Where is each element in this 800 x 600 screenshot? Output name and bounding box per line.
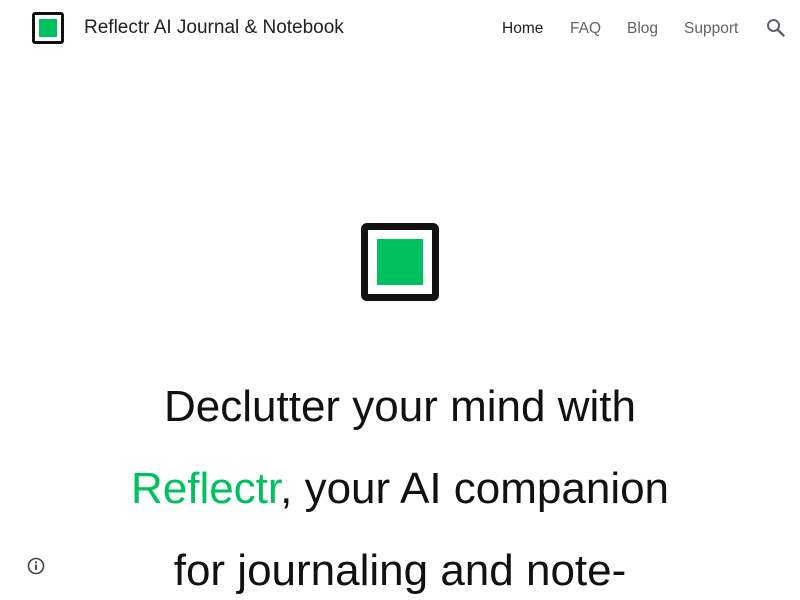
- nav-item-faq[interactable]: FAQ: [570, 18, 601, 40]
- headline-brand: Reflectr: [130, 464, 281, 513]
- logo-inner-square: [39, 19, 57, 37]
- headline-line-2: Reflectr, your AI companion: [0, 448, 800, 530]
- nav-item-blog[interactable]: Blog: [627, 18, 658, 40]
- nav-item-support[interactable]: Support: [684, 18, 738, 40]
- headline-line-3: for journaling and note-: [173, 546, 627, 595]
- reflectr-logo-icon[interactable]: [32, 12, 64, 44]
- page: Reflectr AI Journal & Notebook Home FAQ …: [0, 0, 800, 600]
- headline-line-2-rest: , your AI companion: [280, 464, 670, 513]
- headline-line-1: Declutter your mind with: [164, 382, 636, 431]
- hero-reflectr-logo-icon: [361, 223, 439, 301]
- nav-item-home[interactable]: Home: [502, 18, 543, 40]
- hero-logo-inner-square: [377, 239, 423, 285]
- info-icon[interactable]: [27, 557, 45, 575]
- site-title[interactable]: Reflectr AI Journal & Notebook: [84, 16, 344, 40]
- hero-headline: Declutter your mind with Reflectr, your …: [0, 366, 800, 600]
- site-header: Reflectr AI Journal & Notebook Home FAQ …: [0, 0, 800, 56]
- search-icon[interactable]: [764, 16, 788, 40]
